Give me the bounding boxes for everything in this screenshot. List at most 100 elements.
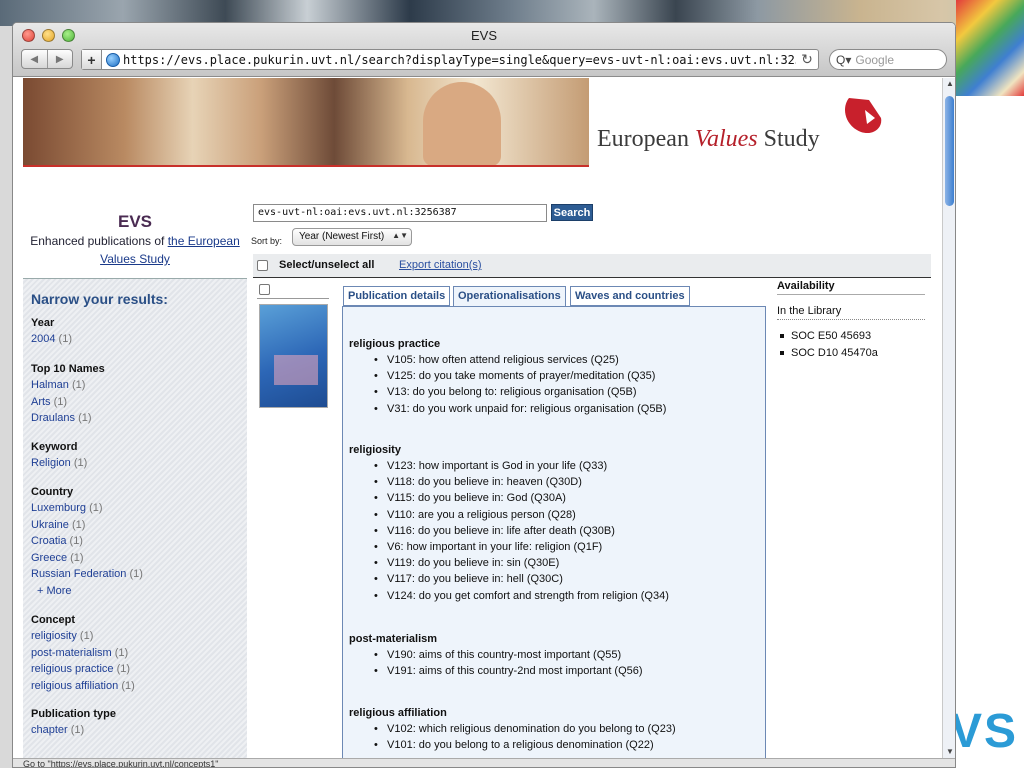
- select-all-label[interactable]: Select/unselect all: [279, 259, 374, 271]
- sort-label: Sort by:: [251, 236, 283, 246]
- concept-heading: religiosity: [349, 444, 401, 456]
- facet-item-label: 2004: [31, 333, 56, 345]
- facet-item-religious-practice[interactable]: religious practice (1): [31, 661, 241, 678]
- facet-item-label: Religion: [31, 457, 71, 469]
- facet-item-label: Ukraine: [31, 518, 69, 531]
- scrollbar-thumb[interactable]: [945, 96, 954, 206]
- facet-item-russian-federation[interactable]: Russian Federation (1): [31, 566, 241, 583]
- query-input[interactable]: evs-uvt-nl:oai:evs.uvt.nl:3256387: [253, 204, 547, 222]
- facet-item-count: (1): [121, 679, 135, 692]
- facet-item-label: Draulans: [31, 412, 76, 424]
- titlebar: EVS ◀ ▶ + https://evs.place.pukurin.uvt.…: [13, 23, 955, 77]
- plus-icon: +: [87, 51, 96, 68]
- variable-item: V101: do you belong to a religious denom…: [349, 737, 765, 753]
- facet-item-count: (1): [73, 457, 88, 469]
- facet-item-label: post-materialism: [31, 646, 112, 659]
- variable-item: V123: how important is God in your life …: [349, 458, 765, 474]
- tab-publication-details[interactable]: Publication details: [343, 286, 451, 306]
- site-title-block: EVS Enhanced publications of the Europea…: [23, 212, 247, 268]
- url-text[interactable]: https://evs.place.pukurin.uvt.nl/search?…: [123, 53, 796, 67]
- variable-list: V190: aims of this country-most importan…: [349, 647, 765, 680]
- concept-heading: religious affiliation: [349, 707, 447, 719]
- facet-item-count: (1): [129, 568, 143, 580]
- facet-item-arts[interactable]: Arts (1): [31, 394, 241, 411]
- book-cover-thumbnail[interactable]: [259, 304, 328, 408]
- facet-item-label: religious affiliation: [31, 679, 119, 692]
- shelfmark-item: SOC E50 45693: [777, 328, 925, 345]
- variable-item: V117: do you believe in: hell (Q30C): [349, 571, 765, 587]
- export-citations-link[interactable]: Export citation(s): [399, 259, 482, 271]
- scroll-down-arrow-icon[interactable]: ▼: [943, 746, 955, 758]
- concept-heading: post-materialism: [349, 633, 438, 645]
- facet-item-ukraine[interactable]: Ukraine (1): [31, 517, 241, 534]
- facet-publication-type: Publication type chapter (1): [31, 706, 241, 739]
- shelfmark-list: SOC E50 45693 SOC D10 45470a: [777, 328, 925, 361]
- variable-item: V190: aims of this country-most importan…: [349, 647, 765, 663]
- facet-item-croatia[interactable]: Croatia (1): [31, 533, 241, 550]
- sort-select[interactable]: Year (Newest First) ▲▼: [292, 228, 412, 246]
- variable-item: V102: which religious denomination do yo…: [349, 721, 765, 737]
- back-button[interactable]: ◀: [22, 50, 47, 68]
- brand-part-2: Study: [757, 126, 820, 152]
- variable-item: V105: how often attend religious service…: [349, 352, 765, 368]
- result-divider: [257, 298, 329, 299]
- facet-item-luxemburg[interactable]: Luxemburg (1): [31, 500, 241, 517]
- select-all-row: Select/unselect all Export citation(s): [253, 254, 931, 278]
- variable-item: V13: do you belong to: religious organis…: [349, 384, 765, 400]
- variable-list: V105: how often attend religious service…: [349, 352, 765, 417]
- facet-item-greece[interactable]: Greece (1): [31, 550, 241, 567]
- facet-heading: Publication type: [31, 708, 116, 720]
- facet-item-count: (1): [70, 551, 84, 564]
- variable-item: V118: do you believe in: heaven (Q30D): [349, 474, 765, 490]
- facet-item-count: (1): [58, 333, 72, 345]
- result-select-checkbox[interactable]: [259, 284, 270, 295]
- facet-item-count: (1): [53, 395, 68, 408]
- facet-item-2004[interactable]: 2004 (1): [31, 331, 241, 348]
- facet-item-count: (1): [71, 379, 86, 391]
- facet-item-label: Arts: [31, 395, 51, 408]
- desktop-background-right: [956, 0, 1024, 768]
- evs-logo-icon: [845, 98, 882, 134]
- vertical-scrollbar[interactable]: ▲ ▼: [942, 78, 955, 758]
- facet-country: Country Luxemburg (1) Ukraine (1) Croati…: [31, 484, 241, 599]
- add-bookmark-button[interactable]: +: [82, 50, 102, 69]
- facet-item-count: (1): [69, 535, 83, 547]
- facet-item-religious-affiliation[interactable]: religious affiliation (1): [31, 678, 241, 695]
- facet-heading: Year: [31, 317, 55, 329]
- facet-keyword: Keyword Religion (1): [31, 439, 241, 472]
- facet-item-halman[interactable]: Halman (1): [31, 377, 241, 394]
- search-button[interactable]: Search: [551, 204, 593, 221]
- facet-item-post-materialism[interactable]: post-materialism (1): [31, 645, 241, 662]
- facet-item-count: (1): [78, 412, 92, 424]
- web-search-field[interactable]: Q▾ Google: [829, 49, 947, 70]
- select-all-checkbox[interactable]: [257, 260, 268, 271]
- facet-item-label: Luxemburg: [31, 502, 87, 514]
- variable-item: V110: are you a religious person (Q28): [349, 507, 765, 523]
- chevron-right-icon: ▶: [55, 53, 64, 65]
- tab-operationalisations[interactable]: Operationalisations: [453, 286, 566, 307]
- site-subtitle: Enhanced publications of the European Va…: [30, 234, 240, 266]
- concept-group-religious-affiliation: religious affiliation V102: which religi…: [349, 705, 765, 754]
- concept-group-post-materialism: post-materialism V190: aims of this coun…: [349, 631, 765, 680]
- facet-heading: Country: [31, 486, 74, 498]
- facet-item-draulans[interactable]: Draulans (1): [31, 410, 241, 427]
- desktop-collage-image: [956, 0, 1024, 96]
- facet-concept: Concept religiosity (1) post-materialism…: [31, 612, 241, 694]
- scroll-up-arrow-icon[interactable]: ▲: [943, 78, 955, 90]
- availability-heading: Availability: [777, 280, 925, 295]
- forward-button[interactable]: ▶: [46, 50, 73, 68]
- more-countries-link[interactable]: + More: [31, 583, 241, 599]
- tab-waves-and-countries[interactable]: Waves and countries: [570, 286, 690, 306]
- concept-group-religious-practice: religious practice V105: how often atten…: [349, 336, 765, 417]
- variable-item: V124: do you get comfort and strength fr…: [349, 588, 765, 604]
- variable-list: V123: how important is God in your life …: [349, 458, 765, 604]
- facet-item-religion[interactable]: Religion (1): [31, 455, 241, 472]
- facet-item-count: (1): [70, 724, 85, 736]
- reload-button[interactable]: ↻: [796, 51, 818, 68]
- reload-icon: ↻: [801, 51, 813, 67]
- facet-item-religiosity[interactable]: religiosity (1): [31, 628, 241, 645]
- magnifier-icon: Q▾: [836, 52, 852, 67]
- facet-item-chapter[interactable]: chapter (1): [31, 722, 241, 739]
- variable-item: V6: how important in your life: religion…: [349, 539, 765, 555]
- address-bar[interactable]: + https://evs.place.pukurin.uvt.nl/searc…: [81, 49, 819, 70]
